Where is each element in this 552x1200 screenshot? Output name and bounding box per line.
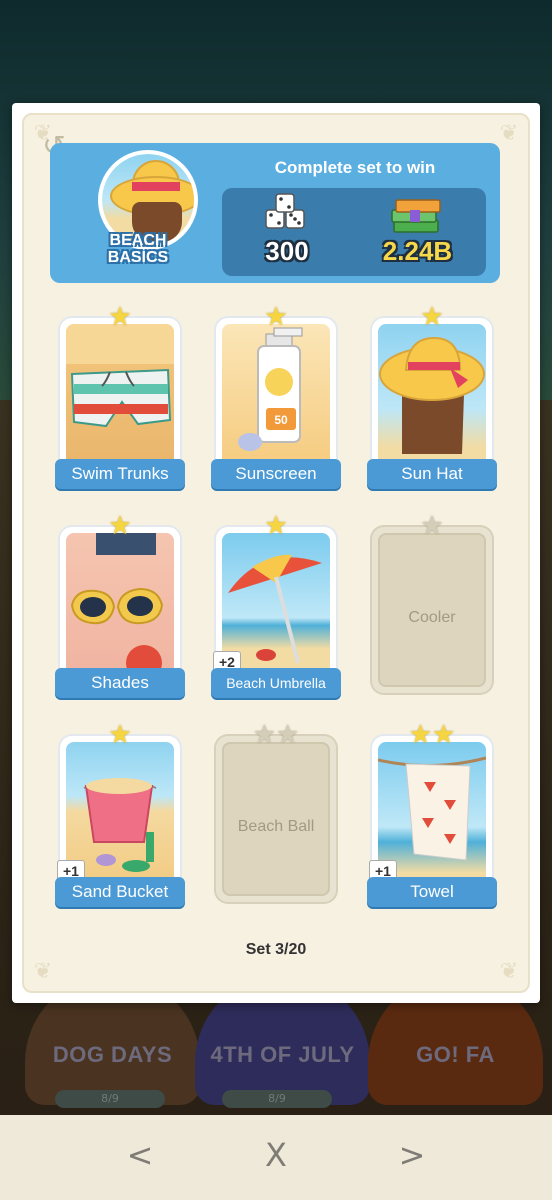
sticker-label: Beach Umbrella (211, 668, 341, 698)
star-icon: ★ (420, 511, 444, 541)
rarity-stars: ★ (367, 513, 497, 539)
next-set-button[interactable]: > (397, 1137, 427, 1173)
sticker-swim-trunks[interactable]: ★ Swim Trunks (55, 304, 185, 498)
background-progress-pill: 8/9 (222, 1090, 332, 1108)
sticker-beach-umbrella[interactable]: +2 ★ Beach Umbrella (211, 513, 341, 707)
sticker-label: Sand Bucket (55, 877, 185, 907)
rarity-stars: ★ (55, 722, 185, 748)
sticker-label: Sun Hat (367, 459, 497, 489)
star-icon: ★ (276, 720, 300, 750)
sticker-beach-ball-missing[interactable]: ★ ★ Beach Ball (211, 722, 341, 916)
bottom-navigation: < X > (0, 1115, 552, 1200)
star-icon: ★ (264, 302, 288, 332)
star-icon: ★ (264, 511, 288, 541)
star-icon: ★ (420, 302, 444, 332)
corner-ornament-icon: ❦ (499, 121, 519, 146)
rarity-stars: ★ (55, 304, 185, 330)
corner-ornament-icon: ❦ (33, 959, 53, 984)
sticker-sand-bucket[interactable]: +1 ★ Sand Bucket (55, 722, 185, 916)
dice-reward-count: 300 (265, 236, 309, 266)
sticker-label: Sunscreen (211, 459, 341, 489)
sticker-label: Towel (367, 877, 497, 907)
dice-icon (265, 193, 305, 229)
reward-title: Complete set to win (274, 158, 436, 177)
rarity-stars: ★ (211, 304, 341, 330)
rarity-stars: ★ ★ (211, 722, 341, 748)
star-icon: ★ (432, 720, 456, 750)
sticker-label: Cooler (408, 609, 456, 626)
sticker-label: Shades (55, 668, 185, 698)
set-title: BEACH BASICS (107, 232, 169, 266)
set-progress: Set 3/20 (245, 941, 307, 958)
spf-text: 50 (274, 413, 288, 427)
cash-stack-icon (391, 199, 441, 233)
star-icon: ★ (108, 720, 132, 750)
sticker-label: Swim Trunks (55, 459, 185, 489)
close-button[interactable]: X (261, 1137, 291, 1173)
corner-ornament-icon: ❦ (499, 959, 519, 984)
sunscreen-image: 50 (238, 327, 303, 451)
star-icon: ★ (408, 720, 432, 750)
sticker-shades[interactable]: ★ Shades (55, 513, 185, 707)
rarity-stars: ★ (211, 513, 341, 539)
shades-image (70, 533, 164, 681)
sun-hat-image (379, 336, 485, 454)
background-progress-pill: 8/9 (55, 1090, 165, 1108)
sticker-label: Beach Ball (237, 818, 315, 835)
rarity-stars: ★ (367, 304, 497, 330)
rarity-stars: ★ ★ (367, 722, 497, 748)
star-icon: ★ (108, 511, 132, 541)
star-icon: ★ (252, 720, 276, 750)
rarity-stars: ★ (55, 513, 185, 539)
cash-reward-count: 2.24B (382, 236, 453, 266)
previous-set-button[interactable]: < (125, 1137, 155, 1173)
sticker-sunscreen[interactable]: 50 ★ Sunscreen (211, 304, 341, 498)
star-icon: ★ (108, 302, 132, 332)
sticker-sun-hat[interactable]: ★ Sun Hat (367, 304, 497, 498)
sticker-towel[interactable]: +1 ★ ★ Towel (367, 722, 497, 916)
sticker-cooler-missing[interactable]: ★ Cooler (367, 513, 497, 707)
swim-trunks-image (66, 324, 174, 428)
